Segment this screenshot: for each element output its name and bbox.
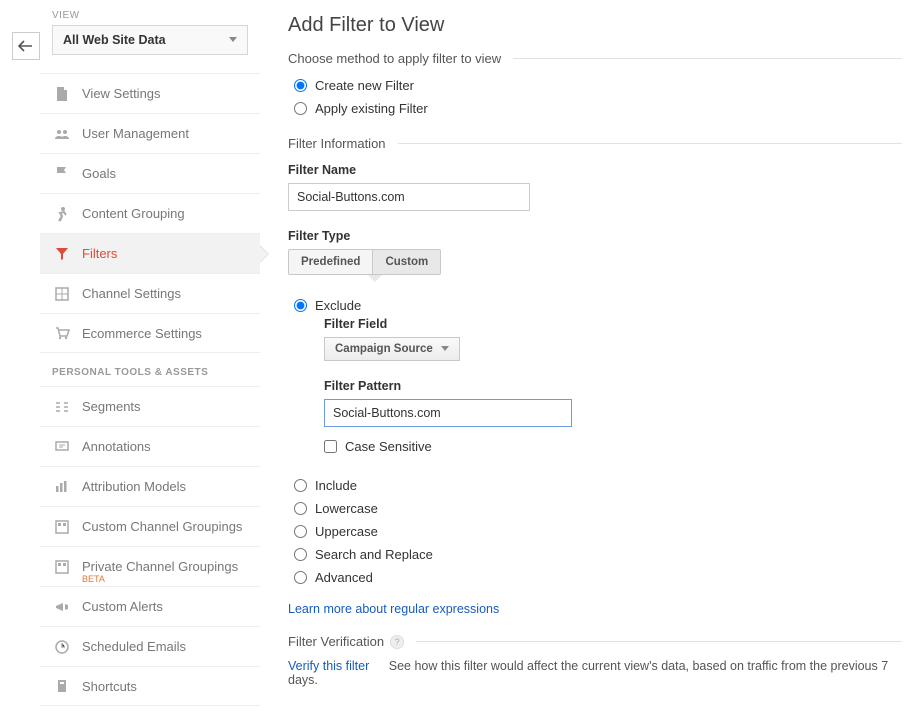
page-icon [52, 84, 72, 104]
lowercase-label: Lowercase [315, 501, 378, 516]
filter-name-input[interactable] [288, 183, 530, 211]
back-button[interactable] [12, 32, 40, 60]
filter-pattern-input[interactable] [324, 399, 572, 427]
apply-existing-filter-label: Apply existing Filter [315, 101, 428, 116]
chevron-down-icon [229, 37, 237, 43]
filter-field-value: Campaign Source [335, 343, 433, 355]
exclude-radio[interactable] [294, 299, 307, 312]
filter-type-label: Filter Type [288, 229, 902, 243]
sidebar-item-label: User Management [82, 126, 189, 141]
funnel-icon [52, 244, 72, 264]
create-new-filter-radio[interactable] [294, 79, 307, 92]
sidebar: VIEW All Web Site Data View Settings User… [40, 0, 260, 727]
view-label: VIEW [40, 10, 260, 25]
sidebar-item-label: Attribution Models [82, 479, 186, 494]
back-arrow-icon [18, 40, 34, 52]
filter-info-legend: Filter Information [288, 136, 386, 151]
sidebar-item-custom-alerts[interactable]: Custom Alerts [40, 586, 260, 626]
flag-icon [52, 164, 72, 184]
cart-icon [52, 323, 72, 343]
sidebar-item-attribution-models[interactable]: Attribution Models [40, 466, 260, 506]
sidebar-item-annotations[interactable]: Annotations [40, 426, 260, 466]
sidebar-item-label: Ecommerce Settings [82, 326, 202, 341]
sidebar-item-shortcuts[interactable]: Shortcuts [40, 666, 260, 706]
beta-badge: BETA [82, 574, 105, 584]
filter-pattern-label: Filter Pattern [324, 379, 902, 393]
verify-filter-link[interactable]: Verify this filter [288, 659, 369, 673]
sidebar-item-label: View Settings [82, 86, 161, 101]
filter-name-label: Filter Name [288, 163, 902, 177]
grouping-icon [52, 517, 72, 537]
filter-type-tabs: Predefined Custom [288, 249, 441, 275]
view-select-value: All Web Site Data [63, 33, 166, 47]
chevron-down-icon [441, 346, 449, 352]
segments-icon [52, 397, 72, 417]
sidebar-item-label: Private Channel Groupings [82, 559, 238, 574]
help-icon[interactable]: ? [390, 635, 404, 649]
advanced-radio[interactable] [294, 571, 307, 584]
person-run-icon [52, 204, 72, 224]
exclude-label: Exclude [315, 298, 361, 313]
lowercase-radio[interactable] [294, 502, 307, 515]
verify-filter-text: See how this filter would affect the cur… [288, 659, 888, 687]
learn-more-link[interactable]: Learn more about regular expressions [288, 602, 499, 616]
case-sensitive-checkbox[interactable] [324, 440, 337, 453]
sidebar-item-label: Scheduled Emails [82, 639, 186, 654]
main-panel: Add Filter to View Choose method to appl… [260, 0, 922, 727]
annotations-icon [52, 437, 72, 457]
shortcut-icon [52, 676, 72, 696]
sidebar-item-custom-channel-groupings[interactable]: Custom Channel Groupings [40, 506, 260, 546]
sidebar-item-user-management[interactable]: User Management [40, 113, 260, 153]
sidebar-item-label: Annotations [82, 439, 151, 454]
tab-predefined[interactable]: Predefined [289, 250, 372, 274]
verification-legend: Filter Verification [288, 634, 384, 649]
clock-icon [52, 637, 72, 657]
page-title: Add Filter to View [288, 14, 902, 37]
sidebar-item-filters[interactable]: Filters [40, 233, 260, 273]
search-and-replace-label: Search and Replace [315, 547, 433, 562]
sidebar-item-ecommerce-settings[interactable]: Ecommerce Settings [40, 313, 260, 353]
sidebar-item-view-settings[interactable]: View Settings [40, 73, 260, 113]
view-select[interactable]: All Web Site Data [52, 25, 248, 55]
grouping-icon [52, 557, 72, 577]
personal-tools-heading: PERSONAL TOOLS & ASSETS [40, 353, 260, 386]
apply-existing-filter-radio[interactable] [294, 102, 307, 115]
sidebar-item-goals[interactable]: Goals [40, 153, 260, 193]
method-legend: Choose method to apply filter to view [288, 51, 501, 66]
sidebar-item-label: Channel Settings [82, 286, 181, 301]
bars-icon [52, 477, 72, 497]
sidebar-item-private-channel-groupings[interactable]: Private Channel GroupingsBETA [40, 546, 260, 586]
filter-field-label: Filter Field [324, 317, 902, 331]
search-and-replace-radio[interactable] [294, 548, 307, 561]
filter-field-select[interactable]: Campaign Source [324, 337, 460, 361]
sidebar-item-label: Segments [82, 399, 141, 414]
users-icon [52, 124, 72, 144]
sidebar-item-segments[interactable]: Segments [40, 386, 260, 426]
include-label: Include [315, 478, 357, 493]
sidebar-item-content-grouping[interactable]: Content Grouping [40, 193, 260, 233]
megaphone-icon [52, 597, 72, 617]
uppercase-radio[interactable] [294, 525, 307, 538]
sidebar-item-label: Content Grouping [82, 206, 185, 221]
uppercase-label: Uppercase [315, 524, 378, 539]
include-radio[interactable] [294, 479, 307, 492]
sidebar-item-label: Custom Alerts [82, 599, 163, 614]
sidebar-item-scheduled-emails[interactable]: Scheduled Emails [40, 626, 260, 666]
sidebar-item-label: Shortcuts [82, 679, 137, 694]
create-new-filter-label: Create new Filter [315, 78, 414, 93]
sidebar-item-label: Custom Channel Groupings [82, 519, 242, 534]
channel-icon [52, 284, 72, 304]
advanced-label: Advanced [315, 570, 373, 585]
sidebar-item-label: Goals [82, 166, 116, 181]
sidebar-item-channel-settings[interactable]: Channel Settings [40, 273, 260, 313]
sidebar-item-label: Filters [82, 246, 117, 261]
tab-custom[interactable]: Custom [372, 250, 440, 274]
case-sensitive-label: Case Sensitive [345, 439, 432, 454]
